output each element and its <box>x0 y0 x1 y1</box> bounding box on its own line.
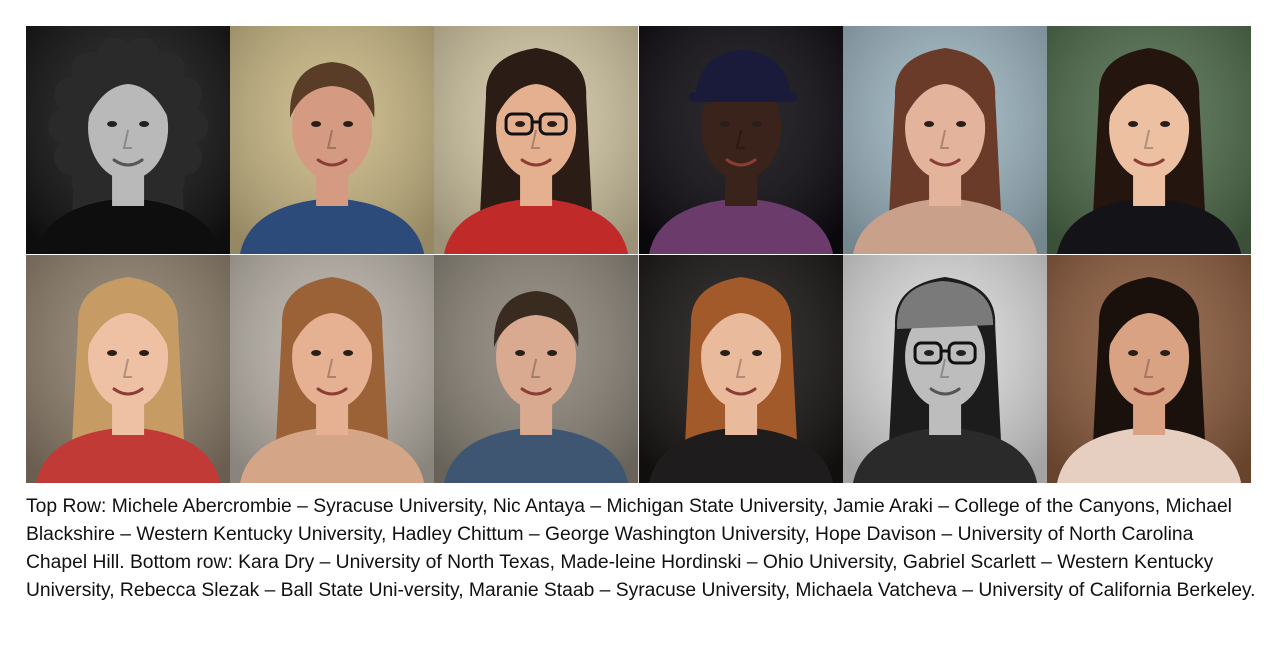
eye-left <box>311 350 322 356</box>
portrait-photo <box>26 255 231 483</box>
portrait-image <box>842 255 1047 483</box>
caption-text: Top Row: Michele Abercrombie – Syracuse … <box>26 496 1256 601</box>
portrait-image <box>638 255 843 483</box>
eye-right <box>139 121 150 127</box>
eye-right <box>1159 350 1170 356</box>
portrait-photo <box>842 26 1047 254</box>
eye-left <box>1127 350 1138 356</box>
portrait-photo <box>230 26 435 254</box>
portrait-photo <box>434 26 639 254</box>
portrait-image <box>1046 26 1251 254</box>
portrait-grid <box>26 26 1251 483</box>
eye-left <box>515 121 526 127</box>
portrait-image <box>1046 255 1251 483</box>
curl <box>165 76 202 113</box>
eye-right <box>751 350 762 356</box>
portrait-image <box>26 26 231 254</box>
eye-right <box>139 350 150 356</box>
portrait-image <box>26 255 231 483</box>
portrait-photo <box>1046 255 1251 483</box>
eye-left <box>107 121 118 127</box>
cap-brim <box>688 92 797 102</box>
eye-right <box>547 121 558 127</box>
eye-right <box>1159 121 1170 127</box>
eye-left <box>923 121 934 127</box>
portrait-photo <box>638 26 843 254</box>
portrait-photo <box>638 255 843 483</box>
eye-right <box>343 121 354 127</box>
eye-left <box>515 350 526 356</box>
eye-left <box>719 350 730 356</box>
portrait-photo <box>230 255 435 483</box>
eye-left <box>719 121 730 127</box>
portrait-image <box>230 26 435 254</box>
eye-right <box>547 350 558 356</box>
eye-right <box>955 121 966 127</box>
eye-left <box>311 121 322 127</box>
eye-left <box>923 350 934 356</box>
eye-right <box>955 350 966 356</box>
curl <box>48 108 85 144</box>
eye-left <box>1127 121 1138 127</box>
portrait-image <box>434 26 639 254</box>
curl <box>54 139 91 176</box>
portrait-photo <box>842 255 1047 483</box>
portrait-photo <box>434 255 639 483</box>
eye-left <box>107 350 118 356</box>
portrait-image <box>434 255 639 483</box>
curl <box>172 108 209 144</box>
portrait-image <box>638 26 843 254</box>
portrait-image <box>842 26 1047 254</box>
eye-right <box>751 121 762 127</box>
portrait-image <box>230 255 435 483</box>
portrait-photo <box>1046 26 1251 254</box>
eye-right <box>343 350 354 356</box>
portrait-photo <box>26 26 231 254</box>
